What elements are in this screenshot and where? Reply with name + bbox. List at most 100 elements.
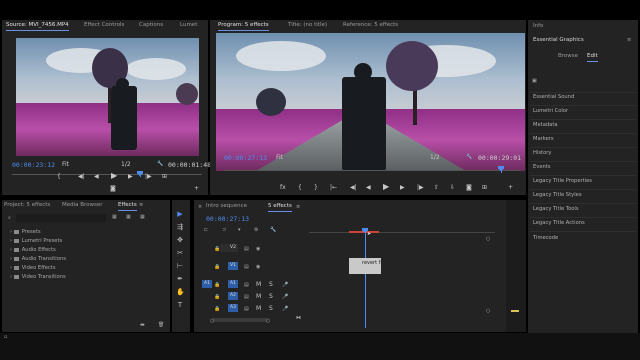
list-item-audio-transitions[interactable]: › Audio Transitions [10, 256, 66, 262]
new-layer-icon[interactable]: ▣ [532, 78, 537, 84]
mute-button[interactable]: M [256, 293, 261, 300]
source-timecode-in[interactable]: 00:00:23:12 [12, 161, 55, 169]
mic-icon[interactable]: 🎤 [282, 306, 288, 312]
source-ruler[interactable] [12, 174, 202, 175]
camera-icon[interactable]: ◙ [110, 185, 116, 192]
play-icon[interactable]: ▶ [111, 172, 117, 180]
lift-icon[interactable]: ⇧ [434, 184, 439, 191]
zoom-icon[interactable]: ⧓ [296, 315, 301, 321]
source-resolution-select[interactable]: 1/2 [121, 161, 131, 168]
tab-source[interactable]: Source: MVI_7456.MP4 [6, 21, 69, 31]
mute-button[interactable]: M [256, 281, 261, 288]
fx-icon[interactable]: fx [280, 184, 286, 191]
step-forward-icon[interactable]: ▶ [400, 184, 405, 191]
list-item-video-transitions[interactable]: › Video Transitions [10, 274, 66, 280]
32bit-effects-icon[interactable]: ▦ [126, 214, 131, 220]
tab-lumetri[interactable]: Lumet [180, 21, 197, 30]
go-to-in-icon[interactable]: |← [330, 184, 337, 191]
sidebar-item-lumetri-color[interactable]: Lumetri Color [533, 108, 568, 114]
forward-icon[interactable]: |▶ [417, 184, 424, 191]
camera-icon[interactable]: ◙ [466, 184, 472, 191]
sidebar-item-markers[interactable]: Markers [533, 136, 554, 142]
linked-selection-icon[interactable]: ⊃ [222, 227, 226, 233]
tab-intro-sequence[interactable]: Intro sequence [206, 202, 247, 211]
tab-info[interactable]: Info [533, 22, 543, 31]
tab-captions[interactable]: Captions [139, 21, 163, 30]
sidebar-item-essential-sound[interactable]: Essential Sound [533, 94, 574, 100]
lock-icon[interactable]: 🔒 [214, 306, 220, 312]
panel-menu-icon[interactable]: ≡ [139, 202, 143, 208]
program-fit-select[interactable]: Fit [276, 154, 283, 161]
track-v1-label[interactable]: V1 [228, 262, 238, 270]
lock-icon[interactable]: 🔒 [214, 246, 220, 252]
source-playhead-cap[interactable] [137, 171, 143, 176]
track-a1-label[interactable]: A1 [228, 280, 238, 288]
sidebar-item-metadata[interactable]: Metadata [533, 122, 558, 128]
step-forward-icon[interactable]: ▶ [128, 173, 133, 180]
solo-button[interactable]: S [269, 293, 273, 300]
play-icon[interactable]: ▶ [383, 183, 389, 191]
list-item-presets[interactable]: › Presets [10, 229, 41, 235]
compare-icon[interactable]: ⊞ [482, 184, 487, 191]
panel-menu-icon[interactable]: ≡ [627, 37, 631, 43]
razor-tool-icon[interactable]: ✂ [176, 249, 184, 257]
sidebar-item-history[interactable]: History [533, 150, 551, 156]
yuv-effects-icon[interactable]: ▦ [140, 214, 145, 220]
tab-5-effects[interactable]: 5 effects [268, 202, 292, 212]
type-tool-icon[interactable]: T [176, 301, 184, 309]
step-back-icon[interactable]: ◀| [350, 184, 357, 191]
sync-lock-icon[interactable]: ▤ [244, 282, 249, 288]
wrench-icon[interactable]: 🔧 [466, 154, 472, 160]
scroll-handle-icon[interactable]: ○ [486, 236, 490, 242]
tab-reference[interactable]: Reference: 5 effects [343, 21, 398, 30]
track-v2-label[interactable]: V2 [228, 244, 238, 252]
sidebar-item-timecode[interactable]: Timecode [533, 235, 558, 241]
sidebar-item-legacy-title-tools[interactable]: Legacy Title Tools [533, 206, 579, 212]
sidebar-item-legacy-title-styles[interactable]: Legacy Title Styles [533, 192, 582, 198]
timeline-hscrollbar[interactable] [212, 318, 268, 322]
lock-icon[interactable]: 🔒 [214, 282, 220, 288]
timeline-playhead[interactable] [365, 233, 366, 328]
list-item-video-effects[interactable]: › Video Effects [10, 265, 56, 271]
lock-icon[interactable]: 🔒 [214, 264, 220, 270]
sync-lock-icon[interactable]: ▤ [244, 294, 249, 300]
selection-tool-icon[interactable]: ▶ [176, 210, 184, 218]
rewind-icon[interactable]: ◀ [366, 184, 371, 191]
sync-lock-icon[interactable]: ▤ [244, 246, 249, 252]
track-select-tool-icon[interactable]: ⇶ [176, 223, 184, 231]
accelerated-effects-icon[interactable]: ▦ [112, 214, 117, 220]
insert-icon[interactable]: ⊞ [162, 173, 167, 180]
add-button-icon[interactable]: + [194, 185, 199, 192]
panel-menu-icon[interactable]: ≡ [296, 204, 300, 210]
track-a2-label[interactable]: A2 [228, 292, 238, 300]
add-marker-icon[interactable]: ▾ [238, 227, 241, 233]
track-a3-label[interactable]: A3 [228, 304, 238, 312]
search-icon[interactable]: ⌕ [8, 215, 11, 221]
mute-button[interactable]: M [256, 305, 261, 312]
list-item-audio-effects[interactable]: › Audio Effects [10, 247, 56, 253]
tab-edit[interactable]: Edit [587, 52, 598, 62]
solo-button[interactable]: S [269, 281, 273, 288]
tab-program[interactable]: Program: 5 effects [218, 21, 269, 31]
scroll-handle-icon[interactable]: ○ [486, 308, 490, 314]
track-a1-source[interactable]: A1 [202, 280, 212, 288]
extract-icon[interactable]: ⇩ [450, 184, 455, 191]
captions-icon[interactable]: 🔧 [270, 227, 276, 233]
hand-tool-icon[interactable]: ✋ [176, 288, 185, 296]
mark-in-icon[interactable]: { [298, 184, 302, 191]
tab-media-browser[interactable]: Media Browser [62, 201, 103, 210]
effects-search-input[interactable] [16, 214, 106, 222]
scroll-handle-icon[interactable]: ○ [210, 318, 214, 324]
tab-effects[interactable]: Effects [118, 201, 137, 211]
scroll-handle-icon[interactable]: ○ [266, 318, 270, 324]
tab-effect-controls[interactable]: Effect Controls [84, 21, 124, 30]
ripple-edit-tool-icon[interactable]: ✥ [176, 236, 184, 244]
program-timecode[interactable]: 00:00:27:13 [224, 154, 267, 162]
tab-project[interactable]: Project: 5 effects [4, 201, 50, 210]
forward-icon[interactable]: |▶ [145, 173, 152, 180]
timeline-ruler[interactable] [309, 232, 495, 233]
sync-lock-icon[interactable]: ▤ [244, 264, 249, 270]
add-button-icon[interactable]: + [508, 184, 513, 191]
delete-icon[interactable]: 🗑 [158, 322, 164, 328]
mark-in-icon[interactable]: { [57, 173, 61, 180]
